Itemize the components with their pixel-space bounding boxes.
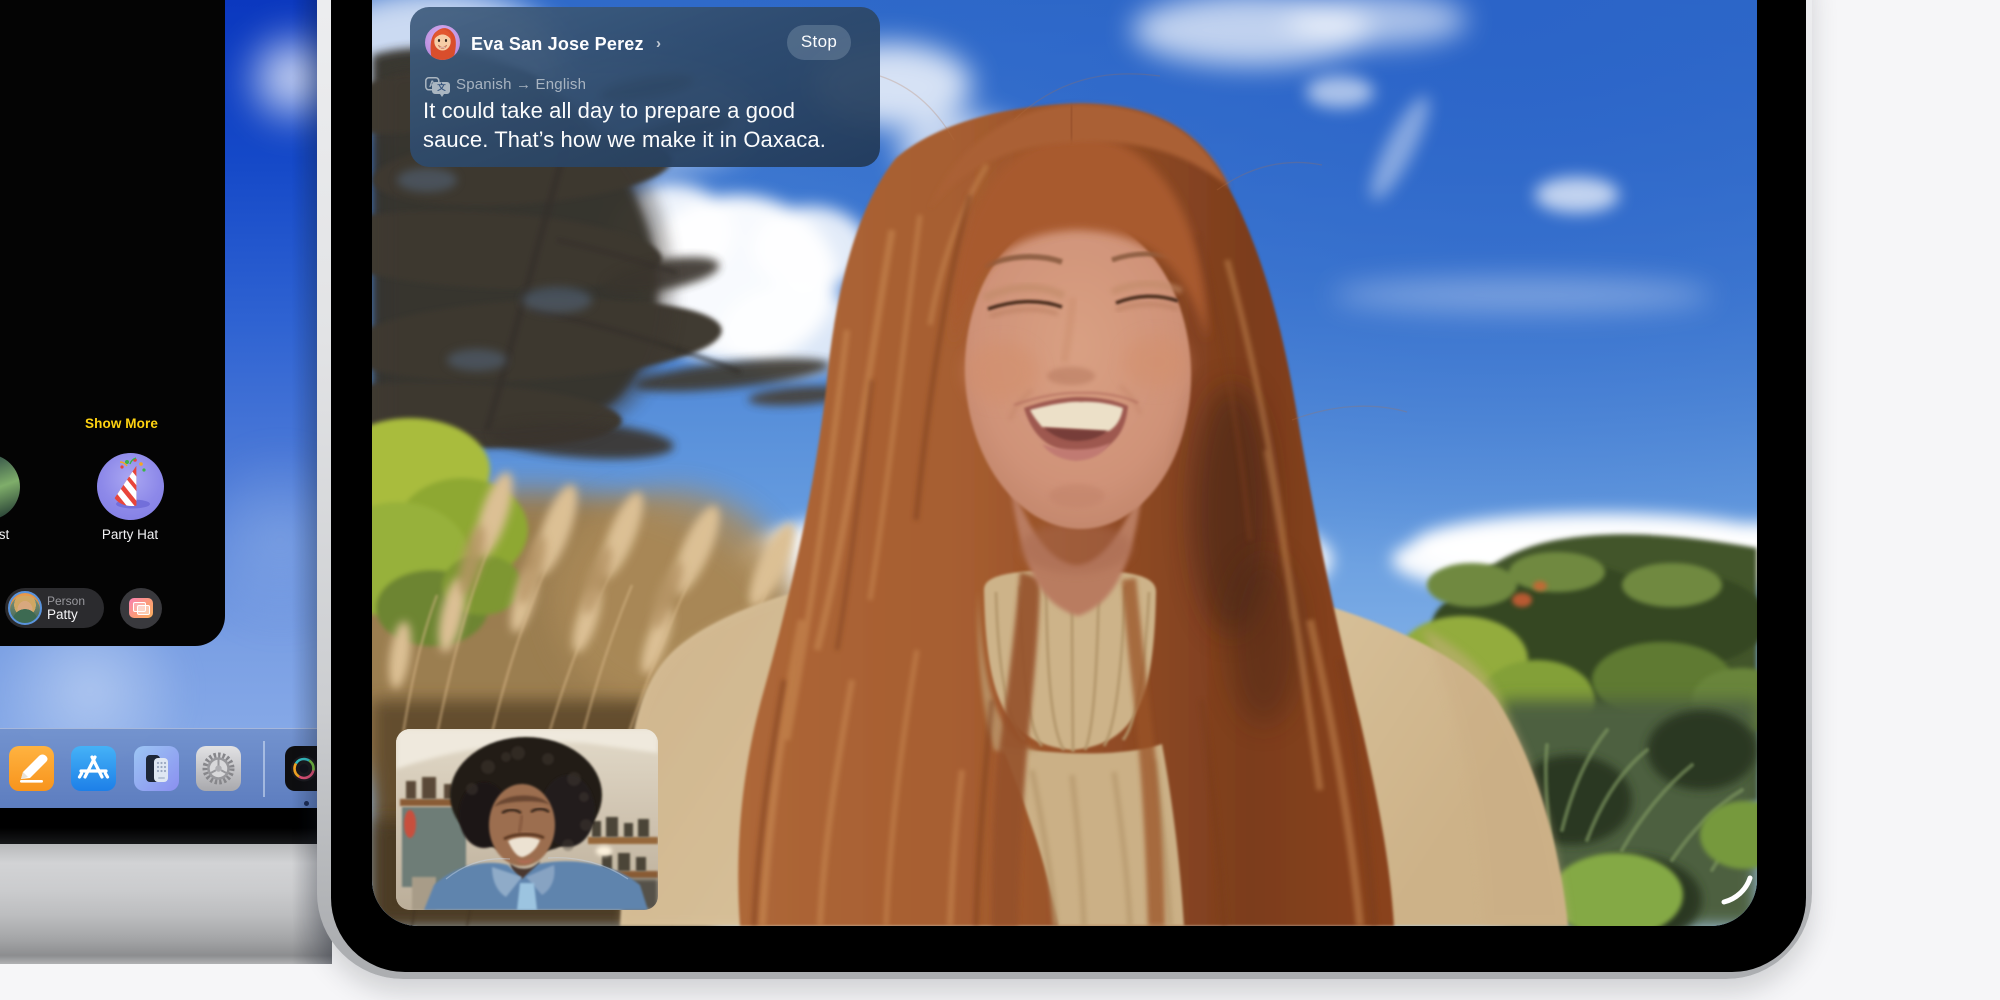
svg-text:文: 文 bbox=[437, 82, 446, 92]
